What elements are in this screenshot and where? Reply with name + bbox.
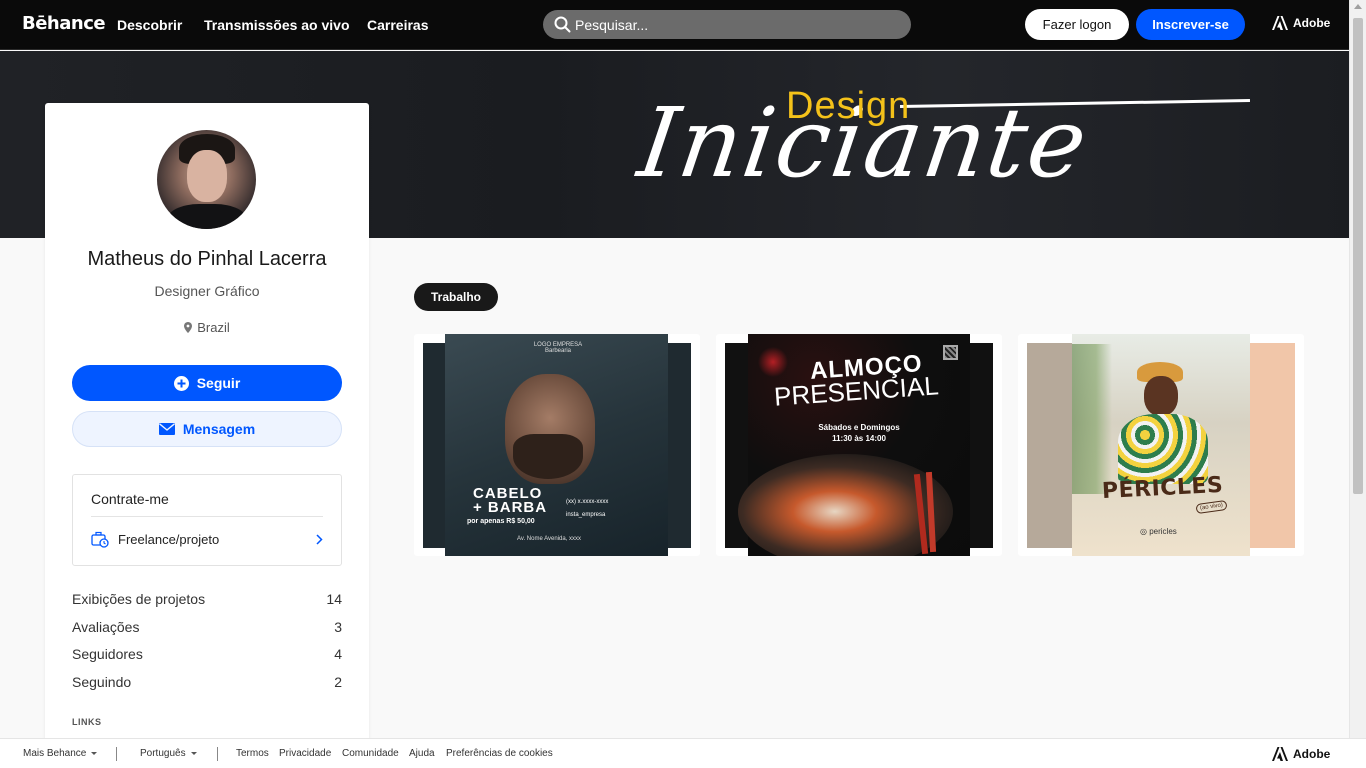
nav-link-discover[interactable]: Descobrir [117, 17, 182, 33]
poster-beard [513, 434, 583, 479]
stat-row-appreciations: Avaliações 3 [72, 617, 342, 645]
footer-more-behance-dropdown[interactable]: Mais Behance [23, 748, 98, 759]
poster-title-line2: + BARBA [473, 499, 548, 516]
footer-language-label: Português [140, 748, 186, 759]
footer-link-cookie-preferences[interactable]: Preferências de cookies [446, 748, 553, 759]
behance-logo[interactable]: Bēhance [22, 13, 106, 34]
caret-down-icon [91, 751, 98, 755]
footer: Mais Behance Português Termos Privacidad… [0, 738, 1366, 768]
adobe-logo-icon [1272, 16, 1288, 30]
stat-row-following[interactable]: Seguindo 2 [72, 672, 342, 700]
stat-label: Seguindo [72, 673, 132, 690]
caret-down-icon [190, 751, 197, 755]
tab-work[interactable]: Trabalho [414, 283, 498, 311]
envelope-icon [158, 423, 175, 435]
project-card-barbershop[interactable]: LOGO EMPRESA Barbearia CABELO + BARBA po… [414, 334, 700, 556]
footer-link-help[interactable]: Ajuda [409, 748, 435, 759]
footer-link-terms[interactable]: Termos [236, 748, 269, 759]
profile-name: Matheus do Pinhal Lacerra [87, 248, 327, 270]
footer-more-behance-label: Mais Behance [23, 748, 87, 759]
chevron-right-icon [316, 534, 323, 545]
poster-palm-tree [1072, 344, 1112, 494]
profile-role: Designer Gráfico [154, 283, 260, 299]
stat-label: Seguidores [72, 646, 143, 662]
stat-label: Avaliações [72, 618, 140, 635]
stat-value: 4 [334, 646, 342, 662]
stat-row-followers[interactable]: Seguidores 4 [72, 644, 342, 672]
poster-artist-name: PÉRICLES [1101, 472, 1224, 505]
profile-card: Matheus do Pinhal Lacerra Designer Gráfi… [45, 103, 369, 743]
hire-freelance-item[interactable]: Freelance/projeto [73, 526, 341, 556]
poster-handle-text: pericles [1149, 527, 1177, 536]
top-navigation-bar: Bēhance Descobrir Transmissões ao vivo C… [0, 0, 1349, 50]
avatar-shirt [167, 204, 247, 229]
plus-circle-icon [173, 375, 189, 391]
poster-instagram: insta_empresa [566, 512, 606, 518]
message-label: Mensagem [182, 421, 256, 437]
instagram-icon: ◎ [1140, 527, 1150, 536]
nav-link-livestreams[interactable]: Transmissões ao vivo [204, 17, 350, 33]
search-input[interactable] [575, 10, 895, 39]
nav-link-careers[interactable]: Carreiras [367, 17, 429, 33]
avatar [157, 130, 256, 229]
adobe-logo-icon [1272, 747, 1288, 761]
location-text: Brazil [197, 320, 230, 335]
login-button[interactable]: Fazer logon [1025, 9, 1129, 40]
hire-me-title: Contrate-me [91, 491, 169, 507]
poster-schedule: Sábados e Domingos 11:30 às 14:00 [748, 422, 970, 444]
footer-adobe-link[interactable]: Adobe [1272, 747, 1330, 761]
message-button[interactable]: Mensagem [72, 411, 342, 447]
poster-logo-text: LOGO EMPRESA Barbearia [533, 342, 583, 354]
poster-flowers [758, 342, 788, 382]
location-pin-icon [184, 322, 193, 333]
project-card-pericles[interactable]: PÉRICLES (ao vivo) ◎ pericles [1018, 334, 1304, 556]
avatar-face [187, 150, 227, 202]
project-thumbnail: ALMOÇO PRESENCIAL Sábados e Domingos 11:… [738, 334, 970, 556]
footer-link-community[interactable]: Comunidade [342, 748, 399, 759]
search-box[interactable] [543, 10, 911, 39]
poster-qr-icon [943, 345, 958, 360]
hire-divider [91, 516, 323, 517]
project-card-lunch[interactable]: ALMOÇO PRESENCIAL Sábados e Domingos 11:… [716, 334, 1002, 556]
page-scrollbar[interactable] [1349, 0, 1366, 738]
footer-link-privacy[interactable]: Privacidade [279, 748, 331, 759]
poster-title-line2: PRESENCIAL [773, 370, 940, 412]
poster-days: Sábados e Domingos [818, 423, 900, 432]
stat-value: 3 [334, 618, 342, 635]
scroll-up-arrow-icon[interactable] [1354, 4, 1362, 9]
project-thumbnail: PÉRICLES (ao vivo) ◎ pericles [1072, 334, 1250, 556]
footer-divider [217, 747, 218, 761]
poster-phone: (xx) x.xxxx-xxxx [566, 499, 609, 505]
links-section-label: LINKS [72, 717, 102, 727]
hire-freelance-label: Freelance/projeto [118, 532, 220, 547]
stat-label: Exibições de projetos [72, 591, 206, 607]
search-icon [554, 16, 571, 33]
footer-divider [116, 747, 117, 761]
briefcase-clock-icon [91, 531, 109, 548]
footer-language-dropdown[interactable]: Português [140, 748, 197, 759]
adobe-link[interactable]: Adobe [1272, 16, 1330, 30]
poster-instagram-handle: ◎ pericles [1140, 527, 1177, 536]
stat-row-project-views: Exibições de projetos 14 [72, 589, 342, 617]
poster-price: por apenas R$ 50,00 [467, 518, 535, 525]
profile-stats: Exibições de projetos 14 Avaliações 3 Se… [72, 589, 342, 699]
stat-value: 14 [326, 591, 342, 607]
signup-button[interactable]: Inscrever-se [1136, 9, 1245, 40]
hire-me-box: Contrate-me Freelance/projeto [72, 474, 342, 566]
poster-title: CABELO + BARBA [473, 486, 548, 516]
project-thumbnail: LOGO EMPRESA Barbearia CABELO + BARBA po… [445, 334, 668, 556]
poster-live-badge: (ao vivo) [1195, 499, 1228, 515]
follow-label: Seguir [196, 375, 241, 391]
banner-design-text: Design [786, 85, 911, 127]
profile-location: Brazil [45, 320, 369, 335]
poster-address: Av. Nome Avenida, xxxx [517, 536, 582, 542]
stat-value: 2 [334, 673, 342, 690]
scroll-thumb[interactable] [1353, 18, 1363, 494]
poster-hours: 11:30 às 14:00 [832, 434, 886, 443]
poster-singer-face [1144, 376, 1178, 416]
footer-adobe-label: Adobe [1293, 747, 1331, 761]
poster-contact: (xx) x.xxxx-xxxx insta_empresa [566, 496, 608, 522]
adobe-label: Adobe [1293, 16, 1331, 30]
follow-button[interactable]: Seguir [72, 365, 342, 401]
